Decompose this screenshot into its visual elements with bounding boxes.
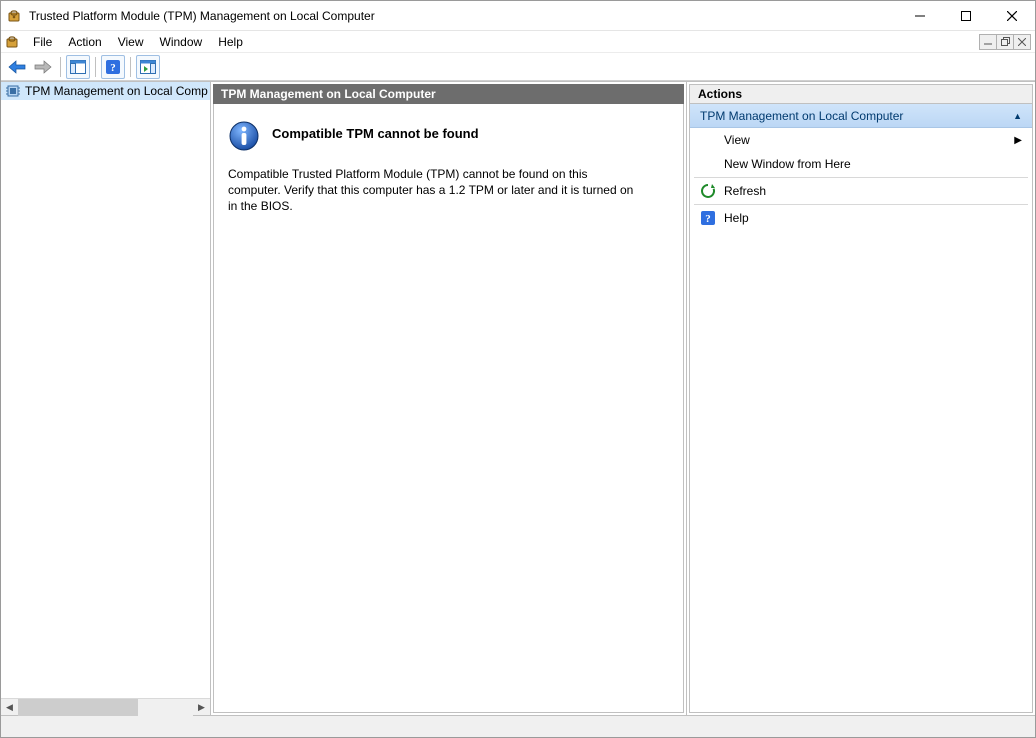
statusbar xyxy=(1,715,1035,737)
info-description: Compatible Trusted Platform Module (TPM)… xyxy=(228,166,638,215)
svg-text:?: ? xyxy=(110,62,116,74)
action-refresh[interactable]: Refresh xyxy=(690,179,1032,203)
tree-item-tpm-root[interactable]: TPM Management on Local Comp xyxy=(1,82,210,100)
minimize-button[interactable] xyxy=(897,1,943,31)
nav-forward-button[interactable] xyxy=(31,55,55,79)
toolbar: ? xyxy=(1,53,1035,81)
action-label: Help xyxy=(724,211,749,225)
action-divider xyxy=(694,177,1028,178)
window-controls xyxy=(897,1,1035,30)
menu-window[interactable]: Window xyxy=(152,33,211,51)
tree-body: TPM Management on Local Comp xyxy=(1,82,210,698)
main-area: TPM Management on Local Comp ◀ ▶ TPM Man… xyxy=(1,81,1035,715)
actions-section-title[interactable]: TPM Management on Local Computer ▲ xyxy=(690,104,1032,128)
mdi-restore-button[interactable] xyxy=(996,34,1014,50)
scroll-right-arrow-icon[interactable]: ▶ xyxy=(193,699,210,716)
action-label: New Window from Here xyxy=(724,157,851,171)
menu-action[interactable]: Action xyxy=(60,33,109,51)
toolbar-separator xyxy=(95,57,96,77)
action-label: View xyxy=(724,133,750,147)
menubar: File Action View Window Help xyxy=(1,31,1035,53)
tpm-app-icon-small xyxy=(5,34,21,50)
titlebar: Trusted Platform Module (TPM) Management… xyxy=(1,1,1035,31)
info-title: Compatible TPM cannot be found xyxy=(272,120,479,141)
details-header: TPM Management on Local Computer xyxy=(213,84,684,104)
scroll-track[interactable] xyxy=(18,699,193,716)
actions-body: TPM Management on Local Computer ▲ View … xyxy=(689,104,1033,713)
refresh-icon xyxy=(700,183,716,199)
tpm-app-icon xyxy=(7,8,23,24)
show-hide-console-tree-button[interactable] xyxy=(66,55,90,79)
submenu-arrow-icon: ▶ xyxy=(1014,135,1022,146)
tree-item-label: TPM Management on Local Comp xyxy=(25,84,208,98)
app-window: Trusted Platform Module (TPM) Management… xyxy=(0,0,1036,738)
menu-file[interactable]: File xyxy=(25,33,60,51)
tpm-chip-icon xyxy=(5,83,21,99)
details-body: Compatible TPM cannot be found Compatibl… xyxy=(213,104,684,713)
close-button[interactable] xyxy=(989,1,1035,31)
action-divider xyxy=(694,204,1028,205)
show-hide-action-pane-button[interactable] xyxy=(136,55,160,79)
help-icon: ? xyxy=(700,210,716,226)
blank-icon xyxy=(700,132,716,148)
toolbar-separator xyxy=(130,57,131,77)
nav-back-button[interactable] xyxy=(5,55,29,79)
blank-icon xyxy=(700,156,716,172)
window-title: Trusted Platform Module (TPM) Management… xyxy=(29,9,897,23)
actions-header: Actions xyxy=(689,84,1033,104)
menu-view[interactable]: View xyxy=(110,33,152,51)
scroll-thumb[interactable] xyxy=(18,699,138,716)
maximize-button[interactable] xyxy=(943,1,989,31)
collapse-arrow-icon[interactable]: ▲ xyxy=(1013,111,1022,121)
actions-section-label: TPM Management on Local Computer xyxy=(700,109,903,123)
info-icon xyxy=(228,120,260,152)
action-view[interactable]: View ▶ xyxy=(690,128,1032,152)
mdi-close-button[interactable] xyxy=(1013,34,1031,50)
toolbar-separator xyxy=(60,57,61,77)
tree-horizontal-scrollbar[interactable]: ◀ ▶ xyxy=(1,698,210,715)
mdi-minimize-button[interactable] xyxy=(979,34,997,50)
action-new-window[interactable]: New Window from Here xyxy=(690,152,1032,176)
console-tree-panel: TPM Management on Local Comp ◀ ▶ xyxy=(1,82,211,715)
action-help[interactable]: ? Help xyxy=(690,206,1032,230)
help-button[interactable]: ? xyxy=(101,55,125,79)
details-panel: TPM Management on Local Computer xyxy=(211,82,687,715)
scroll-left-arrow-icon[interactable]: ◀ xyxy=(1,699,18,716)
mdi-controls xyxy=(980,34,1033,50)
info-header-row: Compatible TPM cannot be found xyxy=(228,120,669,152)
actions-panel: Actions TPM Management on Local Computer… xyxy=(687,82,1035,715)
action-label: Refresh xyxy=(724,184,766,198)
svg-text:?: ? xyxy=(705,213,711,225)
menu-help[interactable]: Help xyxy=(210,33,251,51)
